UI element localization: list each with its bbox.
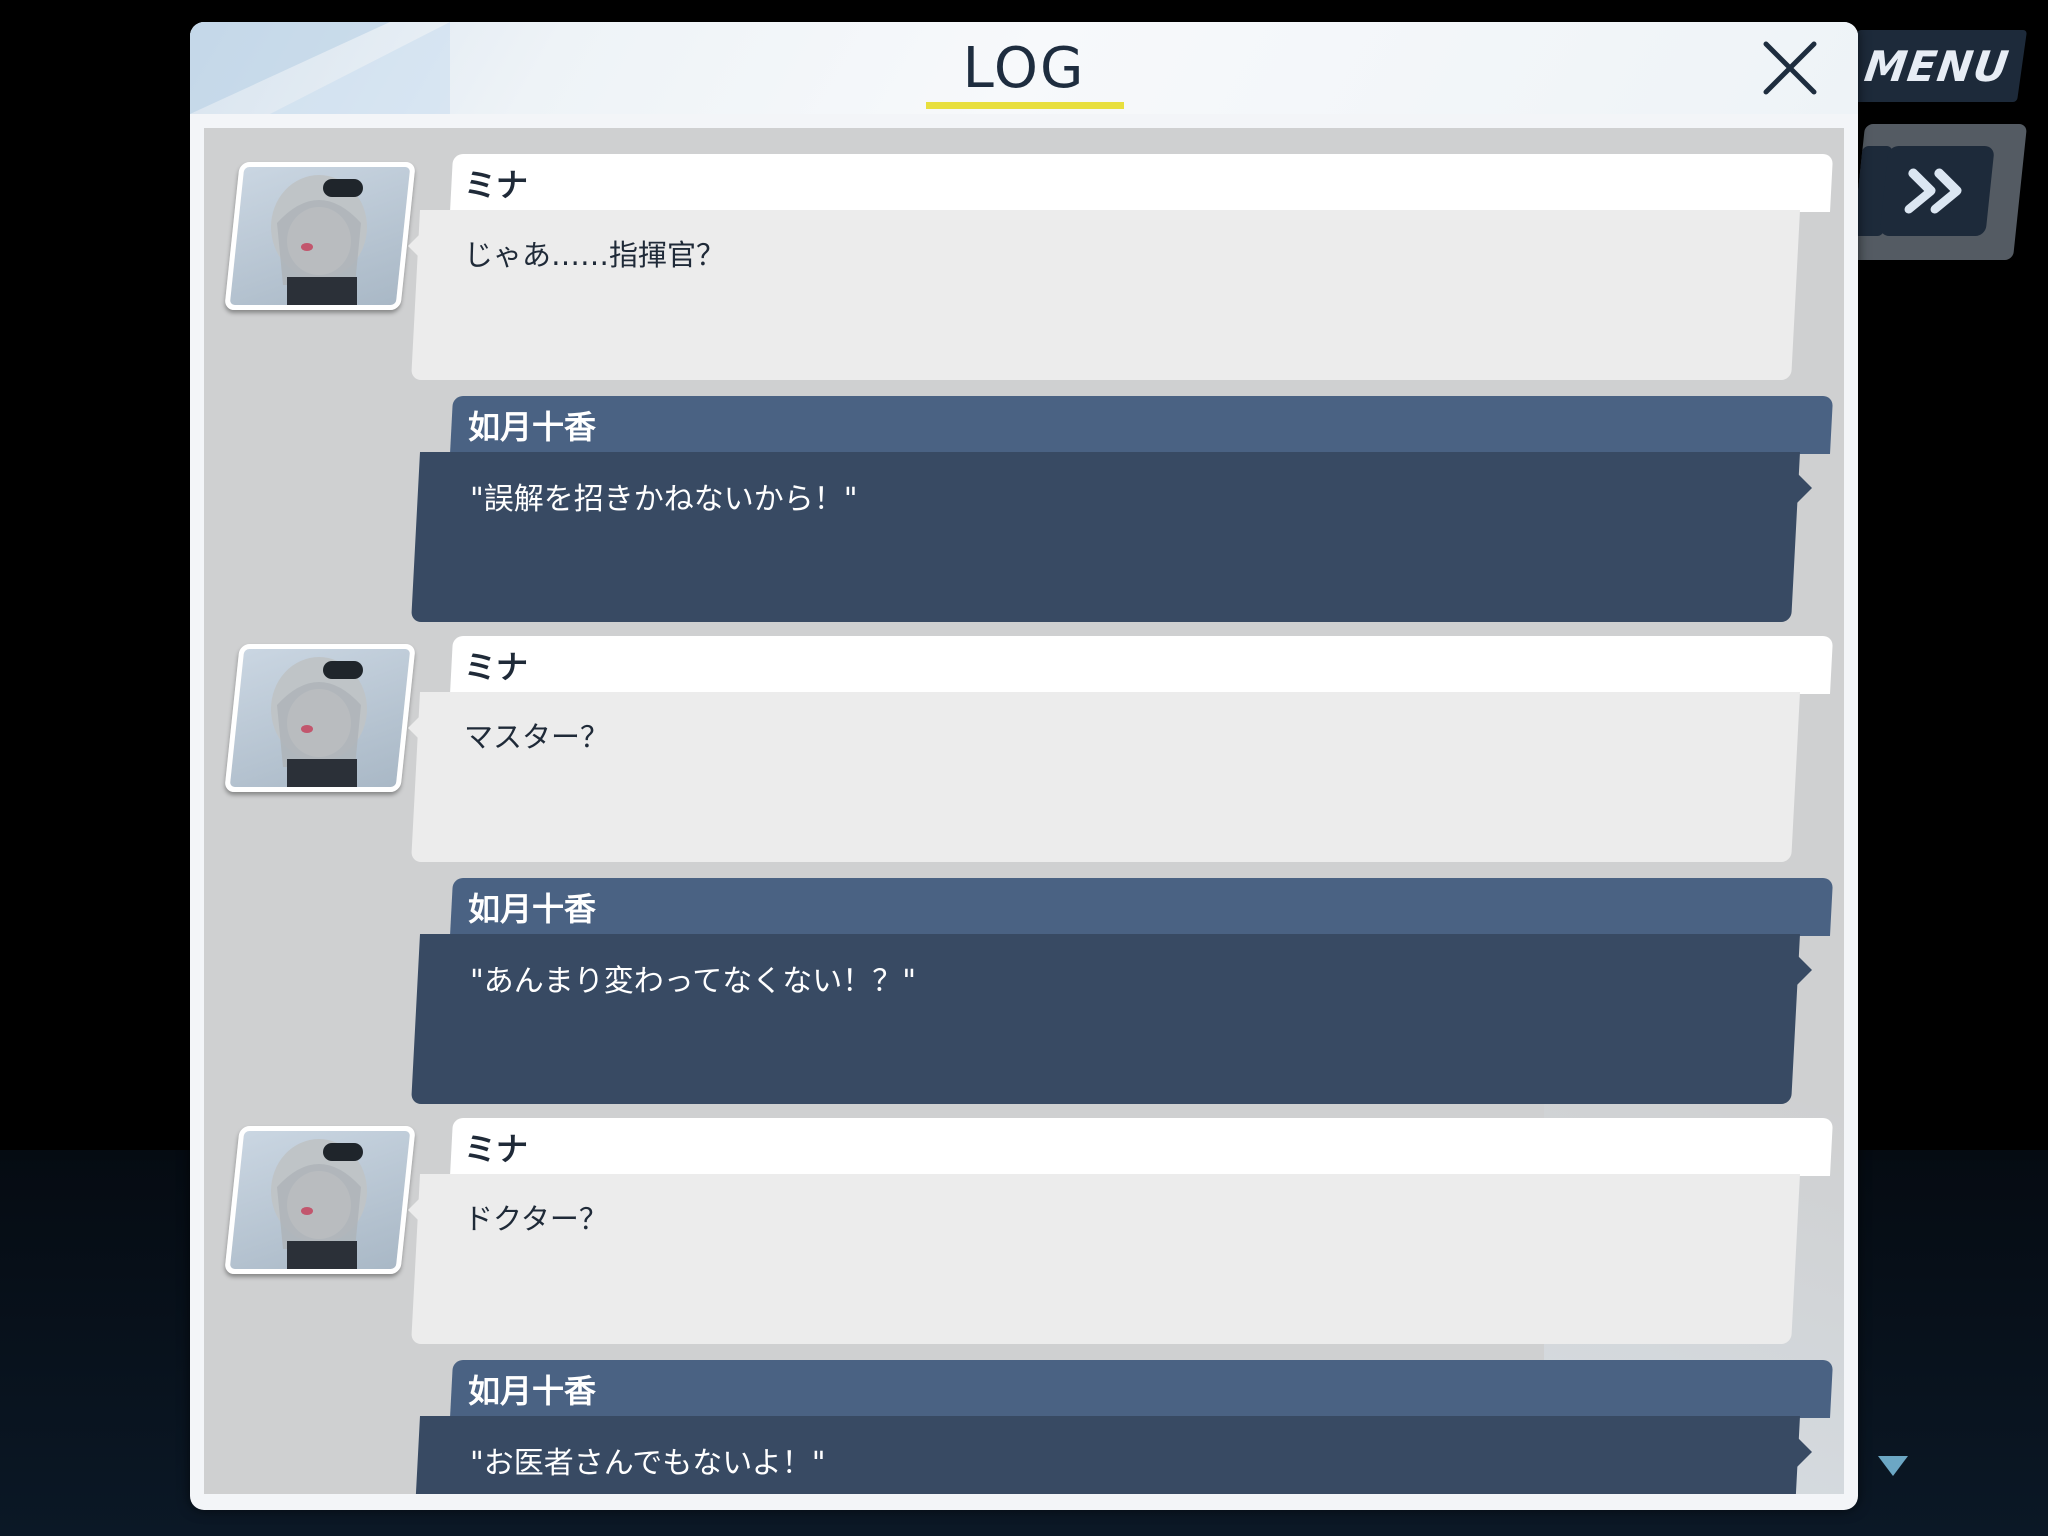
speaker-name: ミナ — [464, 166, 529, 204]
close-icon — [1763, 41, 1817, 95]
list-item: ミナ ドクター？ — [204, 1118, 1844, 1344]
dialogue-text: "誤解を招きかねないから！" — [470, 482, 858, 517]
speaker-name: ミナ — [464, 648, 529, 686]
close-button[interactable] — [1758, 36, 1822, 100]
speech-pointer — [1796, 1436, 1812, 1468]
skip-button[interactable] — [1879, 146, 1995, 236]
mina-portrait-icon — [271, 1139, 367, 1269]
dialogue-text: マスター？ — [464, 720, 610, 754]
dialogue-box — [411, 1174, 1800, 1344]
speaker-bar — [450, 1360, 1834, 1418]
menu-button[interactable]: MENU — [1846, 30, 2028, 102]
list-item: ミナ じゃあ……指揮官？ — [204, 154, 1844, 380]
mina-portrait-icon — [271, 175, 367, 305]
speaker-bar — [450, 396, 1834, 454]
dialogue-text: "お医者さんでもないよ！" — [470, 1446, 826, 1481]
triangle-down-icon[interactable] — [1878, 1456, 1908, 1476]
speaker-bar — [450, 636, 1834, 694]
dialogue-text: ドクター？ — [464, 1202, 608, 1236]
log-header: LOG — [190, 22, 1858, 114]
list-item: 如月十香 "あんまり変わってなくない！？" — [204, 878, 1844, 1104]
speaker-name: 如月十香 — [468, 1372, 597, 1410]
speech-pointer — [1796, 472, 1812, 504]
speaker-name: 如月十香 — [468, 890, 597, 928]
dialogue-box — [411, 692, 1800, 862]
mina-portrait-icon — [271, 657, 367, 787]
speaker-name: ミナ — [464, 1130, 529, 1168]
fast-forward-icon — [1904, 168, 1962, 214]
avatar — [224, 644, 416, 792]
title-underline — [926, 102, 1124, 109]
list-item: ミナ マスター？ — [204, 636, 1844, 862]
menu-label: MENU — [1861, 41, 2013, 91]
log-window: LOG ミナ じゃあ……指揮官？ 如月十香 "誤解を招きかねないから！" ミナ … — [190, 22, 1858, 1510]
avatar — [224, 162, 416, 310]
log-list[interactable]: ミナ じゃあ……指揮官？ 如月十香 "誤解を招きかねないから！" ミナ マスター… — [204, 128, 1844, 1494]
speech-pointer — [1796, 954, 1812, 986]
dialogue-text: "あんまり変わってなくない！？" — [470, 964, 917, 999]
avatar — [224, 1126, 416, 1274]
speaker-name: 如月十香 — [468, 408, 597, 446]
speaker-bar — [450, 154, 1834, 212]
dialogue-text: じゃあ……指揮官？ — [464, 238, 726, 272]
speaker-bar — [450, 1118, 1834, 1176]
speaker-bar — [450, 878, 1834, 936]
list-item: 如月十香 "誤解を招きかねないから！" — [204, 396, 1844, 622]
page-title: LOG — [962, 36, 1086, 101]
list-item: 如月十香 "お医者さんでもないよ！" — [204, 1360, 1844, 1494]
